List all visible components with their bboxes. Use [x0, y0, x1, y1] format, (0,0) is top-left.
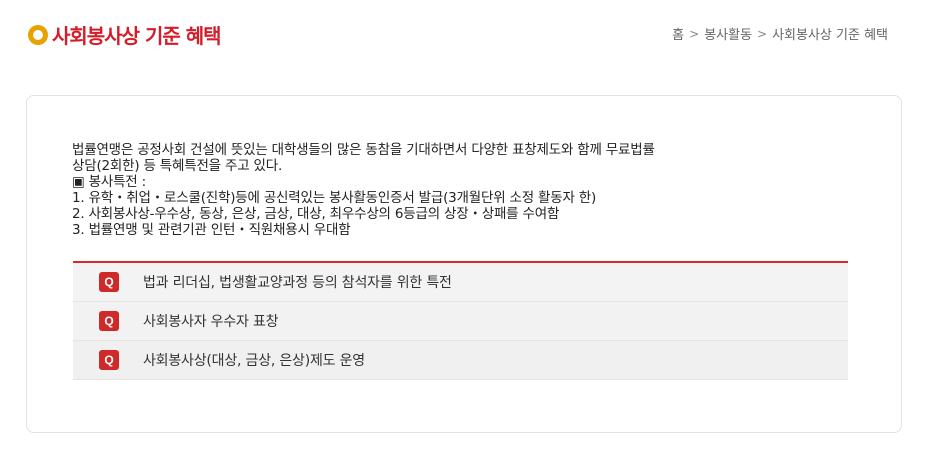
- benefits-heading: ▣ 봉사특전 :: [72, 174, 146, 190]
- intro-text: 법률연맹은 공정사회 건설에 뜻있는 대학생들의 많은 동참을 기대하면서 다양…: [72, 142, 852, 238]
- breadcrumb-volunteer-link[interactable]: 봉사활동: [704, 24, 752, 43]
- faq-item-volunteer-award[interactable]: Q 사회봉사자 우수자 표창: [73, 302, 848, 341]
- content-panel: 법률연맹은 공정사회 건설에 뜻있는 대학생들의 많은 동참을 기대하면서 다양…: [26, 95, 902, 433]
- q-badge-icon: Q: [99, 350, 119, 370]
- q-badge-icon: Q: [99, 272, 119, 292]
- breadcrumb-separator: >: [689, 26, 700, 41]
- intro-line: 법률연맹은 공정사회 건설에 뜻있는 대학생들의 많은 동참을 기대하면서 다양…: [72, 142, 655, 158]
- faq-item-special-benefits[interactable]: Q 법과 리더십, 법생활교양과정 등의 참석자를 위한 특전: [73, 263, 848, 302]
- circle-bullet-icon: [28, 24, 48, 45]
- benefit-item: 3. 법률연맹 및 관련기관 인턴・직원채용시 우대함: [72, 222, 351, 238]
- faq-item-label: 법과 리더십, 법생활교양과정 등의 참석자를 위한 특전: [143, 275, 452, 291]
- page-title: 사회봉사상 기준 혜택: [52, 24, 222, 48]
- faq-list: Q 법과 리더십, 법생활교양과정 등의 참석자를 위한 특전 Q 사회봉사자 …: [73, 261, 848, 380]
- benefit-item: 2. 사회봉사상-우수상, 동상, 은상, 금상, 대상, 최우수상의 6등급의…: [72, 206, 560, 222]
- page-title-wrap: 사회봉사상 기준 혜택: [28, 20, 222, 49]
- breadcrumb-separator: >: [757, 26, 768, 41]
- faq-item-label: 사회봉사자 우수자 표창: [143, 314, 279, 330]
- benefit-item: 1. 유학・취업・로스쿨(진학)등에 공신력있는 봉사활동인증서 발급(3개월단…: [72, 190, 597, 206]
- q-badge-icon: Q: [99, 311, 119, 331]
- breadcrumb-home-link[interactable]: 홈: [672, 24, 684, 43]
- faq-item-label: 사회봉사상(대상, 금상, 은상)제도 운영: [143, 353, 365, 369]
- page-header: 사회봉사상 기준 혜택 홈 > 봉사활동 > 사회봉사상 기준 혜택: [28, 18, 908, 48]
- intro-line: 상담(2회한) 등 특혜특전을 주고 있다.: [72, 158, 283, 174]
- breadcrumb: 홈 > 봉사활동 > 사회봉사상 기준 혜택: [672, 24, 888, 44]
- breadcrumb-current: 사회봉사상 기준 혜택: [772, 28, 888, 43]
- faq-item-award-system[interactable]: Q 사회봉사상(대상, 금상, 은상)제도 운영: [73, 341, 848, 380]
